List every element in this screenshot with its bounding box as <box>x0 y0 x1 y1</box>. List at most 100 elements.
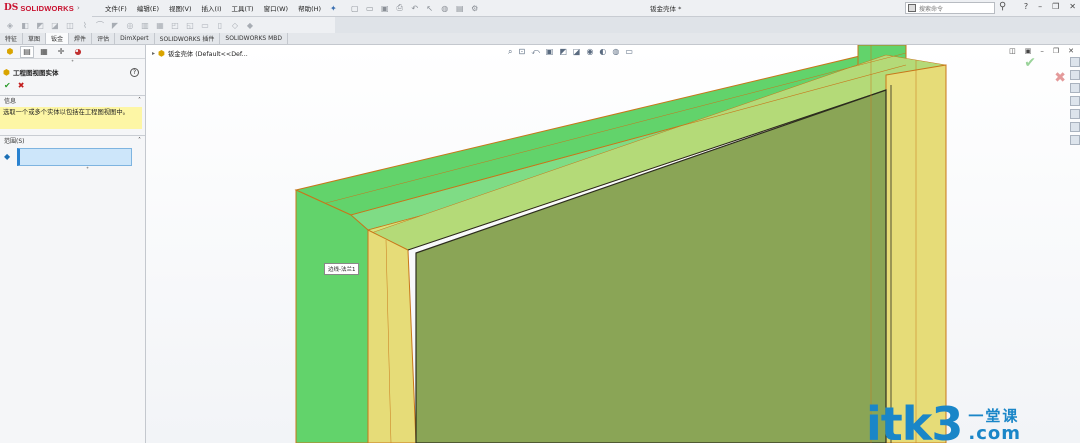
info-section-title: 信息 <box>4 98 17 105</box>
menu-bar: 文件(F) 编辑(E) 视图(V) 插入(I) 工具(T) 窗口(W) 帮助(H… <box>100 0 337 17</box>
scope-section-header[interactable]: 范围(S) ˄ <box>0 135 145 145</box>
solidworks-forum-icon[interactable] <box>1070 135 1080 145</box>
tab-weldments[interactable]: 焊件 <box>69 33 93 44</box>
insert-bends-icon[interactable]: ◆ <box>244 21 256 30</box>
previous-view-icon[interactable]: ⤺ <box>531 47 540 57</box>
hem-icon[interactable]: ◫ <box>64 21 76 30</box>
tab-sheet-metal[interactable]: 钣金 <box>46 33 70 44</box>
custom-properties-icon[interactable] <box>1070 122 1080 132</box>
collapse-icon[interactable]: ˄ <box>138 137 141 144</box>
tab-solidworks-mbd[interactable]: SOLIDWORKS MBD <box>220 33 289 44</box>
ok-check-icon[interactable]: ✔ <box>4 81 11 90</box>
watermark-main: itk3 <box>866 397 963 443</box>
undo-icon[interactable]: ↶ <box>409 4 421 13</box>
file-properties-icon[interactable]: ▤ <box>454 4 466 13</box>
pin-icon[interactable]: ✦ <box>330 4 337 13</box>
view-palette-icon[interactable] <box>1070 96 1080 106</box>
hide-show-items-icon[interactable]: ◉ <box>586 47 593 57</box>
selection-box-grip[interactable]: • <box>30 166 145 172</box>
view-settings-icon[interactable]: ▭ <box>625 47 633 57</box>
print-icon[interactable]: ⎙ <box>394 3 406 13</box>
solidworks-logo[interactable]: DS SOLIDWORKS › <box>0 0 92 17</box>
edge-flange-icon[interactable]: ◩ <box>34 21 46 30</box>
expand-arrow-icon[interactable]: ▸ <box>152 50 155 57</box>
left-flange-outer[interactable] <box>295 189 369 443</box>
confirmation-corner-cancel-icon[interactable]: ✖ <box>1054 70 1066 86</box>
vent-icon[interactable]: ▦ <box>154 21 166 30</box>
save-icon[interactable]: ▣ <box>379 4 391 13</box>
corner-icon[interactable]: ◤ <box>109 21 121 30</box>
search-icon[interactable]: ⚲ <box>999 1 1006 12</box>
close-icon[interactable]: ✕ <box>1069 2 1076 11</box>
left-return-flange[interactable] <box>367 229 417 443</box>
extruded-cut-icon[interactable]: ▥ <box>139 21 151 30</box>
rip-icon[interactable]: ◇ <box>229 21 241 30</box>
unfold-icon[interactable]: ◰ <box>169 21 181 30</box>
sheet-metal-icon[interactable]: ◈ <box>4 21 16 30</box>
search-box[interactable]: 搜索命令 <box>905 2 995 14</box>
chevron-right-icon[interactable]: › <box>77 4 80 12</box>
cancel-x-icon[interactable]: ✖ <box>18 81 25 90</box>
sketched-bend-icon[interactable]: ⌒ <box>94 20 106 31</box>
menu-help[interactable]: 帮助(H) <box>293 3 326 13</box>
options-icon[interactable]: ⚙ <box>469 4 481 13</box>
edit-appearance-icon[interactable]: ◐ <box>599 47 606 57</box>
tile-view-icon[interactable]: ▣ <box>1025 47 1032 55</box>
dimxpert-manager-icon[interactable]: ✛ <box>54 46 68 58</box>
tab-solidworks-addins[interactable]: SOLIDWORKS 插件 <box>154 33 221 44</box>
jog-icon[interactable]: ⌇ <box>79 21 91 30</box>
tab-features[interactable]: 特征 <box>0 33 24 44</box>
collapse-icon[interactable]: ˄ <box>138 97 141 104</box>
tab-evaluate[interactable]: 评估 <box>92 33 116 44</box>
open-icon[interactable]: ▭ <box>364 4 376 13</box>
display-manager-icon[interactable]: ◕ <box>71 46 85 58</box>
no-bends-icon[interactable]: ▯ <box>214 21 226 30</box>
viewport-minimize-icon[interactable]: – <box>1040 47 1044 55</box>
body-selection-box[interactable] <box>17 148 132 166</box>
flatten-icon[interactable]: ▭ <box>199 21 211 30</box>
fold-icon[interactable]: ◱ <box>184 21 196 30</box>
tab-sketch[interactable]: 草图 <box>23 33 47 44</box>
split-view-icon[interactable]: ◫ <box>1009 47 1016 55</box>
menu-edit[interactable]: 编辑(E) <box>132 3 164 13</box>
tab-dimxpert[interactable]: DimXpert <box>115 33 155 44</box>
property-manager-title: 工程图视图实体 <box>12 69 59 77</box>
menu-view[interactable]: 视图(V) <box>164 3 197 13</box>
viewport-close-icon[interactable]: ✕ <box>1068 47 1074 55</box>
command-toolbar: ◈ ◧ ◩ ◪ ◫ ⌇ ⌒ ◤ ◎ ▥ ▦ ◰ ◱ ▭ ▯ ◇ ◆ <box>0 17 335 33</box>
menu-tools[interactable]: 工具(T) <box>227 3 259 13</box>
viewport-restore-icon[interactable]: ❐ <box>1053 47 1059 55</box>
heads-up-view-toolbar: ⌕ ⊡ ⤺ ▣ ◩ ◪ ◉ ◐ ◍ ▭ <box>508 47 633 57</box>
configuration-manager-icon[interactable]: ▦ <box>37 46 51 58</box>
design-library-icon[interactable] <box>1070 70 1080 80</box>
miter-flange-icon[interactable]: ◪ <box>49 21 61 30</box>
info-section-header[interactable]: 信息 ˄ <box>0 95 145 105</box>
graphics-area[interactable]: ▸ ⬢ 钣金壳体 (Default<<Def... ⌕ ⊡ ⤺ ▣ ◩ ◪ ◉ … <box>146 45 1080 443</box>
section-view-icon[interactable]: ▣ <box>546 47 554 57</box>
apply-scene-icon[interactable]: ◍ <box>612 47 619 57</box>
zoom-to-area-icon[interactable]: ⊡ <box>518 47 525 57</box>
base-flange-icon[interactable]: ◧ <box>19 21 31 30</box>
appearances-icon[interactable] <box>1070 109 1080 119</box>
confirmation-corner-ok-icon[interactable]: ✔ <box>1024 55 1036 71</box>
menu-insert[interactable]: 插入(I) <box>197 3 227 13</box>
menu-window[interactable]: 窗口(W) <box>259 3 294 13</box>
forming-tool-icon[interactable]: ◎ <box>124 21 136 30</box>
view-orientation-icon[interactable]: ◩ <box>559 47 567 57</box>
select-icon[interactable]: ↖ <box>424 4 436 13</box>
display-style-icon[interactable]: ◪ <box>573 47 581 57</box>
help-circle-icon[interactable]: ? <box>130 67 139 77</box>
feature-tree-flyout[interactable]: ▸ ⬢ 钣金壳体 (Default<<Def... <box>152 49 248 58</box>
restore-icon[interactable]: ❐ <box>1052 2 1059 11</box>
property-manager-icon[interactable]: ▤ <box>20 45 34 58</box>
menu-file[interactable]: 文件(F) <box>100 3 132 13</box>
file-explorer-icon[interactable] <box>1070 83 1080 93</box>
feature-manager-icon[interactable]: ⬢ <box>3 46 17 58</box>
help-icon[interactable]: ? <box>1024 2 1028 11</box>
minimize-icon[interactable]: – <box>1038 2 1042 11</box>
new-document-icon[interactable]: ▢ <box>349 4 361 13</box>
rebuild-icon[interactable]: ◍ <box>439 4 451 13</box>
sheet-metal-model[interactable] <box>146 45 1080 443</box>
solidworks-resources-icon[interactable] <box>1070 57 1080 67</box>
zoom-to-fit-icon[interactable]: ⌕ <box>508 47 512 57</box>
